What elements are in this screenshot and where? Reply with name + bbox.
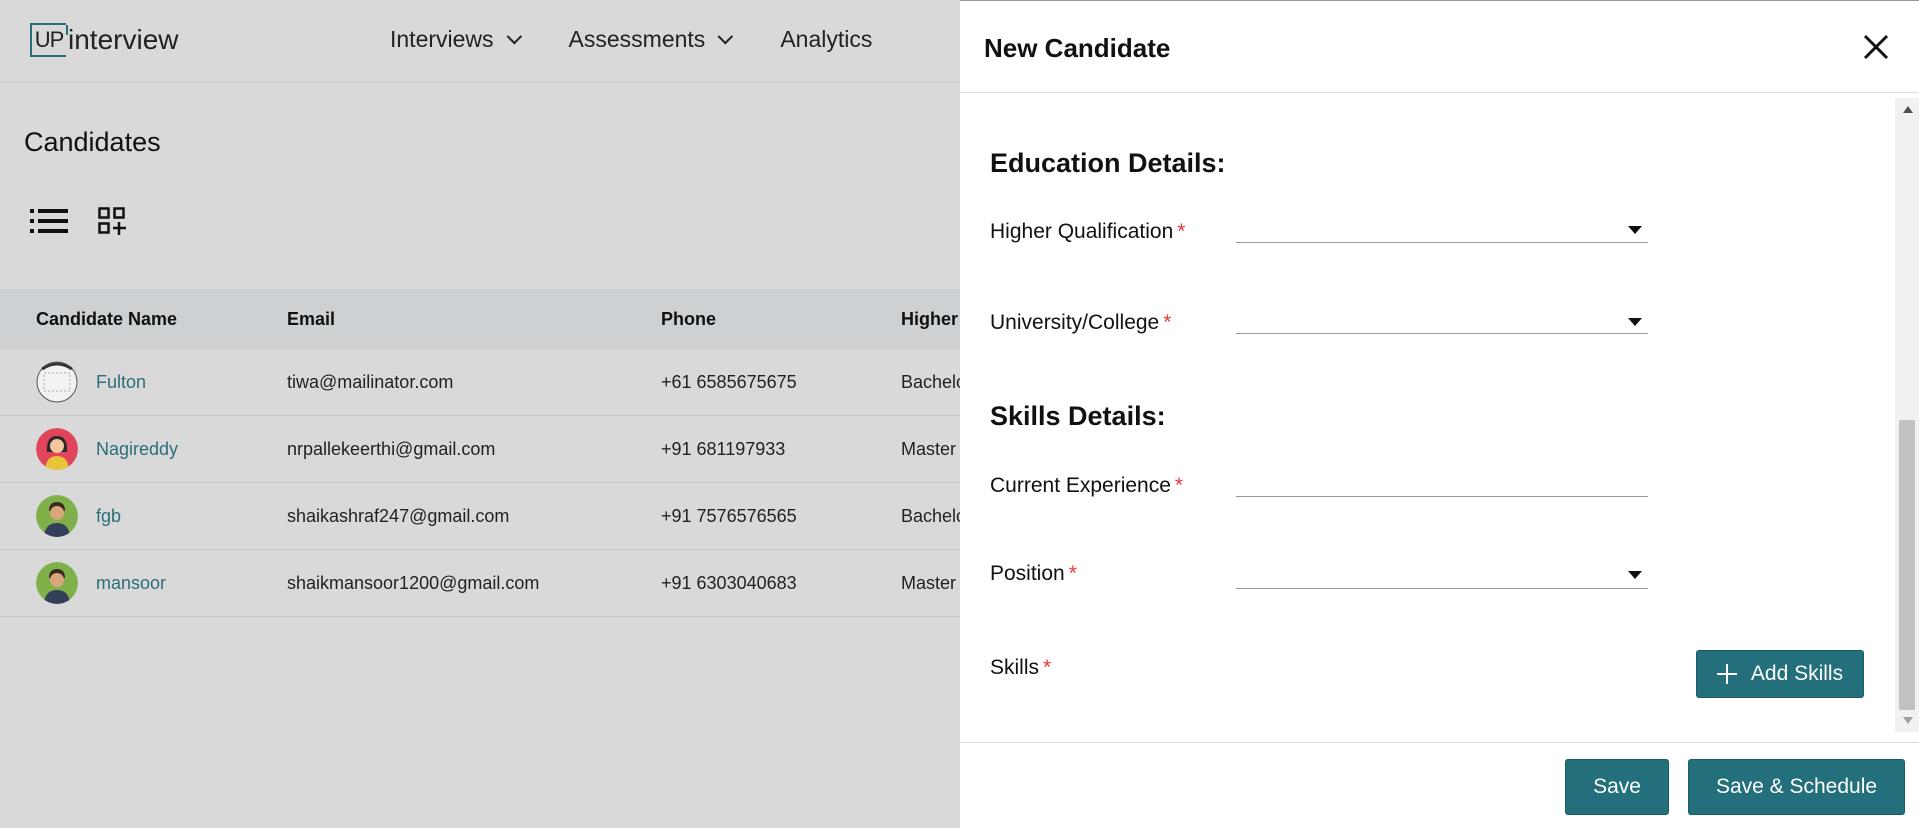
logo-boxed-text: UP	[34, 27, 65, 52]
add-skills-label: Add Skills	[1750, 662, 1844, 685]
phone-cell: +91 6303040683	[661, 572, 797, 593]
skills-label-text: Skills	[990, 656, 1040, 679]
position-label-text: Position	[990, 562, 1065, 585]
scroll-down-arrow-icon[interactable]	[1903, 717, 1913, 724]
add-skills-button[interactable]: Add Skills	[1696, 650, 1864, 698]
plus-icon	[1716, 664, 1737, 684]
candidate-name-cell: Fulton	[0, 361, 287, 403]
avatar	[36, 495, 78, 537]
save-button[interactable]: Save	[1565, 759, 1669, 815]
email-cell: nrpallekeerthi@gmail.com	[287, 438, 496, 459]
table-row[interactable]: Fulton tiwa@mailinator.com +61 658567567…	[0, 349, 960, 416]
phone-cell: +91 7576576565	[661, 505, 797, 526]
university-label: University/College *	[990, 311, 1171, 335]
qualification-cell: Master	[901, 438, 957, 459]
candidate-name-cell: fgb	[0, 495, 287, 537]
table-row[interactable]: mansoor shaikmansoor1200@gmail.com +91 6…	[0, 550, 960, 617]
candidates-table: Candidate Name Email Phone Higher Fulton…	[0, 289, 960, 617]
col-email[interactable]: Email	[287, 309, 661, 330]
university-select[interactable]	[1236, 333, 1648, 334]
current-experience-input[interactable]	[1236, 496, 1648, 497]
page-title: Candidates	[24, 127, 161, 157]
logo-box: UP	[30, 23, 68, 57]
logo-text: interview	[68, 24, 179, 55]
col-phone[interactable]: Phone	[661, 309, 901, 330]
col-candidate-name[interactable]: Candidate Name	[0, 309, 287, 330]
scroll-up-arrow-icon[interactable]	[1903, 106, 1913, 113]
candidate-name-link[interactable]: fgb	[96, 506, 121, 527]
candidate-name-cell: mansoor	[0, 562, 287, 604]
university-label-text: University/College	[990, 311, 1160, 334]
chevron-down-icon	[506, 28, 522, 45]
required-asterisk: *	[1163, 311, 1172, 334]
dropdown-caret-icon[interactable]	[1628, 226, 1642, 234]
higher-qualification-select[interactable]	[1236, 242, 1648, 243]
email-cell: shaikashraf247@gmail.com	[287, 505, 510, 526]
phone-cell: +91 681197933	[661, 438, 786, 459]
avatar	[36, 562, 78, 604]
skills-label: Skills *	[990, 656, 1051, 680]
skills-details-title: Skills Details:	[990, 401, 1166, 431]
nav-interviews[interactable]: Interviews	[390, 26, 522, 53]
candidate-name-cell: Nagireddy	[0, 428, 287, 470]
table-row[interactable]: Nagireddy nrpallekeerthi@gmail.com +91 6…	[0, 416, 960, 483]
required-asterisk: *	[1174, 474, 1184, 497]
candidate-name-link[interactable]: mansoor	[96, 573, 166, 594]
drawer-title: New Candidate	[984, 33, 1171, 63]
dropdown-caret-icon[interactable]	[1628, 318, 1642, 326]
higher-qualification-label-text: Higher Qualification	[990, 220, 1174, 243]
save-and-schedule-button[interactable]: Save & Schedule	[1688, 759, 1905, 815]
nav-analytics-label: Analytics	[780, 26, 873, 52]
upinterview-logo[interactable]: UP interview	[30, 22, 178, 58]
email-cell: tiwa@mailinator.com	[287, 371, 454, 392]
nav-assessments-label: Assessments	[568, 26, 706, 52]
nav-interviews-label: Interviews	[390, 26, 494, 52]
list-view-icon[interactable]	[30, 208, 68, 234]
required-asterisk: *	[1177, 220, 1186, 243]
new-candidate-drawer: New Candidate Education Details: Higher …	[960, 0, 1919, 828]
nav-assessments[interactable]: Assessments	[568, 26, 734, 53]
table-header: Candidate Name Email Phone Higher	[0, 289, 960, 349]
drawer-header: New Candidate	[960, 1, 1919, 93]
current-experience-label-text: Current Experience	[990, 474, 1171, 497]
drawer-footer: Save Save & Schedule	[960, 742, 1919, 828]
required-asterisk: *	[1068, 562, 1077, 585]
table-row[interactable]: fgb shaikashraf247@gmail.com +91 7576576…	[0, 483, 960, 550]
scrollbar-thumb[interactable]	[1899, 420, 1915, 710]
dropdown-caret-icon[interactable]	[1628, 571, 1642, 579]
qualification-cell: Master	[901, 572, 957, 593]
main-nav: Interviews Assessments Analytics	[390, 26, 872, 53]
chevron-down-icon	[717, 28, 734, 45]
phone-cell: +61 6585675675	[661, 371, 797, 392]
nav-analytics[interactable]: Analytics	[780, 26, 872, 53]
position-label: Position *	[990, 562, 1077, 586]
col-higher-qualification[interactable]: Higher	[901, 309, 960, 330]
drawer-scrollbar[interactable]	[1895, 98, 1919, 732]
email-cell: shaikmansoor1200@gmail.com	[287, 572, 540, 593]
current-experience-label: Current Experience *	[990, 474, 1183, 498]
higher-qualification-label: Higher Qualification *	[990, 220, 1185, 244]
avatar	[36, 428, 78, 470]
avatar	[36, 361, 78, 403]
grid-add-view-icon[interactable]	[98, 207, 126, 235]
education-details-title: Education Details:	[990, 148, 1226, 178]
close-icon[interactable]	[1863, 34, 1889, 60]
qualification-cell: Bachelo	[901, 371, 960, 392]
candidate-name-link[interactable]: Nagireddy	[96, 439, 178, 460]
position-select[interactable]	[1236, 588, 1648, 589]
qualification-cell: Bachelo	[901, 505, 960, 526]
required-asterisk: *	[1043, 656, 1052, 679]
candidate-name-link[interactable]: Fulton	[96, 372, 146, 393]
